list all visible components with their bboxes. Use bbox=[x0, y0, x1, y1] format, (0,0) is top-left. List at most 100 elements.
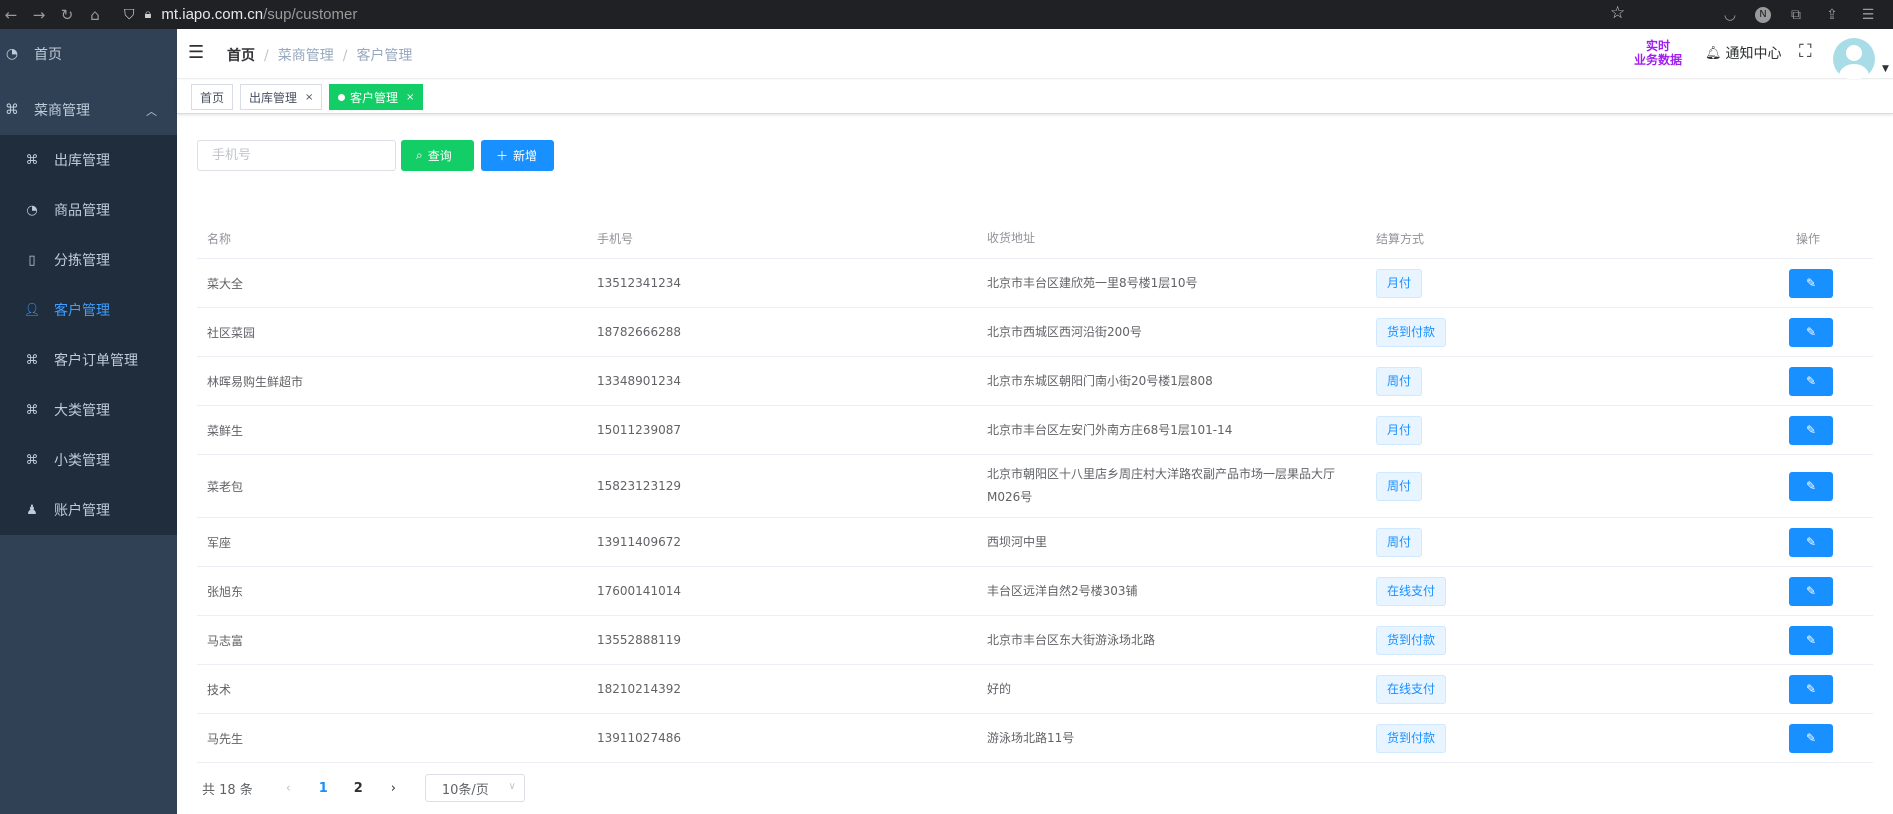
cell-payment: 货到付款 bbox=[1366, 625, 1756, 655]
cell-phone: 18782666288 bbox=[597, 325, 681, 339]
cell-address: 北京市朝阳区十八里店乡周庄村大洋路农副产品市场一层果品大厅M026号 bbox=[987, 467, 1336, 504]
edit-button[interactable]: ✎ bbox=[1789, 576, 1833, 606]
menu-icon[interactable]: ☰ bbox=[1857, 4, 1879, 26]
notification-center[interactable]: 🔔︎ 通知中心 bbox=[1705, 43, 1782, 63]
cell-phone: 18210214392 bbox=[597, 682, 681, 696]
sidebar-item-subcategories[interactable]: ⌘ 小类管理 bbox=[0, 435, 177, 485]
edit-button[interactable]: ✎ bbox=[1789, 471, 1833, 501]
sidebar-item-customer-orders[interactable]: ⌘ 客户订单管理 bbox=[0, 335, 177, 385]
avatar-head bbox=[1846, 45, 1862, 61]
sidebar-item-label: 分拣管理 bbox=[54, 253, 110, 269]
edit-icon: ✎ bbox=[1805, 535, 1817, 549]
table-row: 林晖易购生鲜超市 13348901234 北京市东城区朝阳门南小街20号楼1层808… bbox=[197, 357, 1873, 406]
pocket-icon[interactable]: ◡ bbox=[1719, 4, 1741, 26]
cell-name: 林晖易购生鲜超市 bbox=[207, 374, 304, 389]
extensions-icon[interactable]: ⧉ bbox=[1785, 4, 1807, 26]
close-icon[interactable]: × bbox=[406, 92, 414, 103]
payment-tag: 在线支付 bbox=[1376, 674, 1447, 704]
search-button[interactable]: ⌕ 查询 bbox=[401, 140, 474, 171]
tag-customers[interactable]: 客户管理 × bbox=[329, 84, 424, 110]
edit-button[interactable]: ✎ bbox=[1789, 415, 1833, 445]
bookmark-star-icon[interactable]: ☆ bbox=[1610, 3, 1625, 23]
page-1-button[interactable]: 1 bbox=[306, 781, 341, 796]
sidebar-item-products[interactable]: ◔ 商品管理 bbox=[0, 185, 177, 235]
cell-payment: 在线支付 bbox=[1366, 674, 1756, 704]
cell-name: 菜鲜生 bbox=[207, 423, 244, 438]
sidebar-item-home[interactable]: ◔ 首页 bbox=[0, 29, 177, 79]
sidebar-item-accounts[interactable]: ♟ 账户管理 bbox=[0, 485, 177, 535]
edit-button[interactable]: ✎ bbox=[1789, 268, 1833, 298]
add-button[interactable]: ＋ 新增 bbox=[481, 140, 554, 171]
sidebar-item-customers[interactable]: 👤︎ 客户管理 bbox=[0, 285, 177, 335]
next-page-icon[interactable]: › bbox=[376, 781, 411, 796]
cell-payment: 月付 bbox=[1366, 268, 1756, 298]
page-2-button[interactable]: 2 bbox=[341, 781, 376, 796]
cell-address: 丰台区远洋自然2号楼303铺 bbox=[987, 583, 1138, 598]
cell-address: 好的 bbox=[987, 681, 1012, 696]
edit-icon: ✎ bbox=[1805, 276, 1817, 290]
edit-icon: ✎ bbox=[1805, 479, 1817, 493]
column-header-payment: 结算方式 bbox=[1376, 232, 1425, 246]
apps-icon: ⌘ bbox=[25, 352, 39, 368]
sidebar-group-vendor[interactable]: ⌘ 菜商管理 ︿ bbox=[0, 85, 177, 135]
shield-icon: ⛉ bbox=[124, 6, 135, 23]
home-icon[interactable]: ⌂ bbox=[84, 4, 106, 26]
sidebar-item-categories[interactable]: ⌘ 大类管理 bbox=[0, 385, 177, 435]
hamburger-icon[interactable]: ☰ bbox=[188, 42, 204, 63]
edit-button[interactable]: ✎ bbox=[1789, 366, 1833, 396]
back-icon[interactable]: ← bbox=[0, 4, 22, 26]
tag-home[interactable]: 首页 bbox=[191, 84, 234, 110]
close-icon[interactable]: × bbox=[305, 92, 313, 103]
cell-name: 菜老包 bbox=[207, 479, 244, 494]
fullscreen-icon[interactable]: ⛶ bbox=[1799, 41, 1812, 62]
realtime-data-link[interactable]: 实时 业务数据 bbox=[1628, 39, 1688, 67]
cell-payment: 月付 bbox=[1366, 415, 1756, 445]
document-icon: ▯ bbox=[28, 252, 36, 268]
plus-icon: ＋ bbox=[496, 149, 509, 163]
breadcrumb-home[interactable]: 首页 bbox=[227, 48, 255, 64]
sidebar-submenu: ⌘ 出库管理 ◔ 商品管理 ▯ 分拣管理 👤︎ 客户管理 ⌘ 客户订单管理 ⌘ 大类管理 ⌘… bbox=[0, 135, 177, 535]
search-button-label: 查询 bbox=[427, 149, 452, 163]
edit-button[interactable]: ✎ bbox=[1789, 625, 1833, 655]
chevron-down-icon: ∨ bbox=[508, 781, 516, 792]
edit-icon: ✎ bbox=[1805, 374, 1817, 388]
edit-button[interactable]: ✎ bbox=[1789, 527, 1833, 557]
pagination: 共 18 条 ‹ 1 2 › 10条/页 ∨ bbox=[202, 774, 525, 802]
tag-outbound[interactable]: 出库管理 × bbox=[240, 84, 323, 110]
url-text[interactable]: mt.iapo.com.cn/sup/customer bbox=[161, 6, 357, 23]
prev-page-icon[interactable]: ‹ bbox=[271, 781, 306, 796]
edit-icon: ✎ bbox=[1805, 682, 1817, 696]
sidebar-item-sorting[interactable]: ▯ 分拣管理 bbox=[0, 235, 177, 285]
cell-phone: 13512341234 bbox=[597, 276, 681, 290]
cell-phone: 15011239087 bbox=[597, 423, 681, 437]
table-row: 马先生 13911027486 游泳场北路11号 货到付款 ✎ bbox=[197, 714, 1873, 763]
reload-icon[interactable]: ↻ bbox=[56, 4, 78, 26]
forward-icon[interactable]: → bbox=[28, 4, 50, 26]
cell-actions: ✎ bbox=[1756, 674, 1873, 704]
cell-payment: 在线支付 bbox=[1366, 576, 1756, 606]
cell-phone: 17600141014 bbox=[597, 584, 681, 598]
phone-search-input[interactable] bbox=[197, 140, 396, 171]
edit-icon: ✎ bbox=[1805, 325, 1817, 339]
edit-icon: ✎ bbox=[1805, 731, 1817, 745]
sidebar-item-label: 首页 bbox=[34, 47, 62, 63]
bell-icon: 🔔︎ bbox=[1705, 45, 1722, 61]
sidebar-item-label: 出库管理 bbox=[54, 153, 110, 169]
cell-payment: 货到付款 bbox=[1366, 317, 1756, 347]
realtime-line-1: 实时 bbox=[1645, 39, 1670, 53]
column-header-actions: 操作 bbox=[1795, 232, 1820, 246]
sidebar-item-outbound[interactable]: ⌘ 出库管理 bbox=[0, 135, 177, 185]
address-bar[interactable]: ⛉ 🔒︎ mt.iapo.com.cn/sup/customer bbox=[124, 6, 357, 23]
apps-icon: ⌘ bbox=[25, 152, 39, 168]
edit-button[interactable]: ✎ bbox=[1789, 317, 1833, 347]
extension-n-icon[interactable]: N bbox=[1755, 6, 1771, 23]
dashboard-icon: ◔ bbox=[5, 46, 19, 62]
avatar[interactable] bbox=[1833, 38, 1875, 80]
edit-button[interactable]: ✎ bbox=[1789, 723, 1833, 753]
share-icon[interactable]: ⇪ bbox=[1821, 4, 1843, 26]
payment-tag: 月付 bbox=[1376, 415, 1423, 445]
edit-button[interactable]: ✎ bbox=[1789, 674, 1833, 704]
cell-address: 北京市东城区朝阳门南小街20号楼1层808 bbox=[987, 373, 1213, 388]
page-size-select[interactable]: 10条/页 ∨ bbox=[424, 774, 525, 802]
caret-down-icon[interactable]: ▼ bbox=[1882, 64, 1889, 74]
